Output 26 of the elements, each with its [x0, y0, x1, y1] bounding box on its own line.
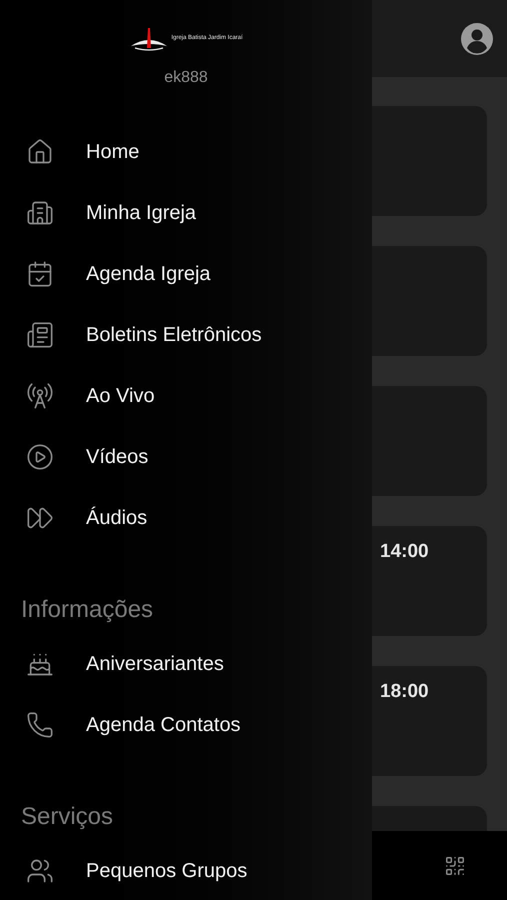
- logo-icon: [129, 28, 170, 52]
- menu-item[interactable]: Ao Vivo: [0, 365, 372, 426]
- antenna-icon: [26, 382, 54, 410]
- username: ek888: [164, 68, 208, 88]
- menu-item[interactable]: Pequenos Grupos: [0, 840, 372, 900]
- qr-code-icon[interactable]: [444, 854, 466, 876]
- menu-item[interactable]: Minha Igreja: [0, 182, 372, 243]
- section-heading: Serviços: [21, 802, 114, 832]
- menu-item[interactable]: Aniversariantes: [0, 633, 372, 694]
- event-time: 14:00: [380, 541, 429, 562]
- event-time: 18:00: [380, 681, 429, 702]
- menu-item[interactable]: Áudios: [0, 487, 372, 548]
- newspaper-icon: [26, 320, 54, 348]
- home-icon: [26, 138, 54, 166]
- menu-item[interactable]: Agenda Contatos: [0, 694, 372, 755]
- menu-item[interactable]: Agenda Igreja: [0, 243, 372, 304]
- play-circle-icon: [26, 442, 54, 470]
- menu-item[interactable]: Vídeos: [0, 426, 372, 487]
- menu-item[interactable]: Home: [0, 121, 372, 182]
- section-heading: Informações: [21, 595, 154, 625]
- calendar-check-icon: [26, 260, 54, 288]
- menu-item[interactable]: Boletins Eletrônicos: [0, 304, 372, 365]
- people-icon: [26, 856, 54, 884]
- building-icon: [26, 198, 54, 226]
- avatar-icon[interactable]: [461, 22, 493, 54]
- phone-icon: [26, 710, 54, 738]
